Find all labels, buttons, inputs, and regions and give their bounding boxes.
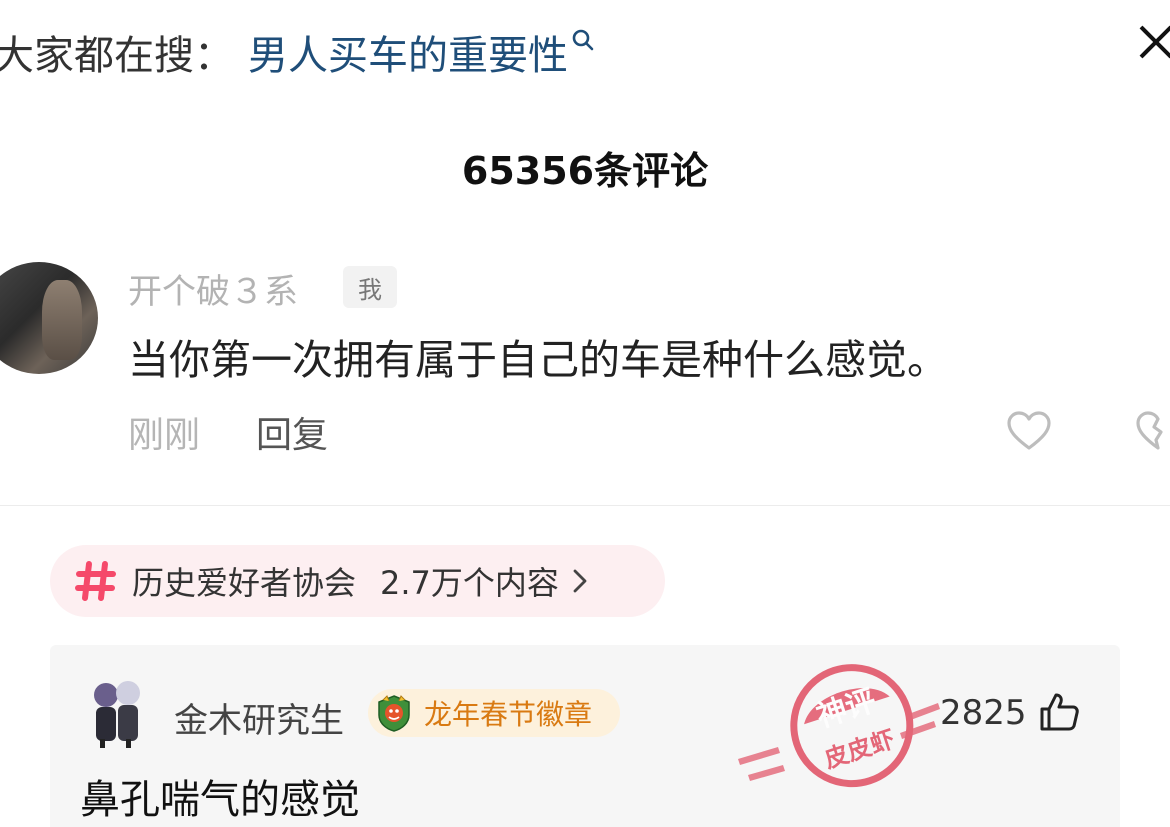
comment-time: 刚刚 — [128, 415, 201, 456]
search-prefix: 大家都在搜： — [0, 33, 234, 79]
author-badge: 我 — [343, 266, 397, 308]
topic-link[interactable]: 历史爱好者协会 2.7万个内容 — [50, 545, 665, 617]
dragon-badge-icon — [378, 695, 410, 732]
broken-heart-icon[interactable] — [1135, 410, 1170, 452]
hashtag-icon — [75, 561, 116, 601]
badge-label: 龙年春节徽章 — [424, 698, 593, 731]
search-suggestion[interactable]: 大家都在搜： 男人买车的重要性 — [0, 22, 596, 82]
comment-panel: 大家都在搜： 男人买车的重要性 65356条评论 开个破３系 我 当你第一次拥有… — [0, 0, 1170, 506]
comment-text: 当你第一次拥有属于自己的车是种什么感觉。 — [128, 336, 948, 384]
chevron-right-icon — [573, 569, 587, 593]
comment-username[interactable]: 金木研究生 — [174, 693, 344, 742]
comment-username[interactable]: 开个破３系 — [128, 264, 298, 313]
hot-comment-card: 金木研究生 龙年春节徽章 2825 鼻孔喘气的感觉 — [50, 645, 1120, 827]
topic-name: 历史爱好者协会 — [132, 564, 357, 602]
avatar[interactable] — [88, 677, 146, 749]
like-count: 2825 — [940, 693, 1027, 733]
comment-meta: 刚刚 回复 — [128, 406, 328, 458]
topic-count: 2.7万个内容 — [380, 564, 559, 602]
close-button[interactable] — [1136, 22, 1170, 62]
reply-button[interactable]: 回复 — [256, 406, 328, 458]
comment-text: 鼻孔喘气的感觉 — [80, 777, 360, 823]
comment-count: 65356条评论 — [461, 149, 709, 193]
thumbs-up-icon[interactable] — [1038, 691, 1080, 733]
search-term-link[interactable]: 男人买车的重要性 — [248, 23, 568, 81]
heart-icon[interactable] — [1006, 410, 1052, 452]
avatar[interactable] — [0, 262, 98, 374]
festival-badge[interactable]: 龙年春节徽章 — [368, 689, 620, 737]
close-icon — [1139, 25, 1170, 59]
search-icon — [572, 29, 594, 51]
avatar-image — [42, 280, 82, 360]
